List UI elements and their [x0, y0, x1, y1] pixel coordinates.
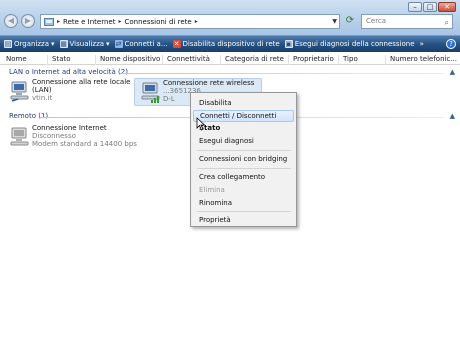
minimize-button[interactable]: –: [408, 2, 422, 12]
menu-item-bridge[interactable]: Connessioni con bridging: [191, 153, 296, 165]
column-header-connectivity[interactable]: Connettività: [163, 55, 221, 65]
connection-name: Connessione alla rete locale: [32, 78, 131, 86]
menu-item-diagnose[interactable]: Esegui diagnosi: [191, 135, 296, 147]
menu-item-create-shortcut[interactable]: Crea collegamento: [191, 171, 296, 183]
disable-device-label: Disabilita dispositivo di rete: [182, 40, 280, 48]
menu-separator: [197, 211, 291, 212]
menu-item-delete: Elimina: [199, 186, 225, 194]
help-icon[interactable]: ?: [446, 39, 456, 49]
column-header-phone-number[interactable]: Numero telefonic...: [386, 55, 458, 65]
network-folder-icon: [44, 18, 54, 26]
search-icon[interactable]: ⌕: [445, 16, 449, 29]
group-label-lan: LAN o Internet ad alta velocità (2): [9, 68, 128, 76]
column-header-owner[interactable]: Proprietario: [289, 55, 339, 65]
column-header-device-name[interactable]: Nome dispositivo: [96, 55, 163, 65]
views-icon: ▦: [59, 40, 68, 48]
menu-separator: [197, 150, 291, 151]
column-headers: Nome Stato Nome dispositivo Connettività…: [0, 53, 460, 65]
menu-item-rename[interactable]: Rinomina: [191, 197, 296, 209]
connection-item-dialup[interactable]: Connessione Internet Disconnesso Modem s…: [4, 124, 144, 152]
connect-icon: ⇄: [114, 40, 123, 48]
maximize-button[interactable]: □: [423, 2, 437, 12]
more-commands-button[interactable]: »: [420, 40, 424, 48]
column-header-type[interactable]: Tipo: [339, 55, 386, 65]
wireless-computer-icon: [141, 82, 160, 103]
lan-computer-icon: [10, 81, 29, 102]
chevron-down-icon: ▾: [51, 40, 55, 48]
connection-item-lan[interactable]: Connessione alla rete locale (LAN) vtin.…: [4, 78, 134, 106]
group-header-lan[interactable]: LAN o Internet ad alta velocità (2) ▲: [0, 68, 460, 78]
back-arrow-icon[interactable]: ◀: [4, 14, 18, 28]
collapse-icon[interactable]: ▲: [450, 112, 455, 120]
views-label: Visualizza: [69, 40, 105, 48]
menu-item-disable[interactable]: Disabilita: [191, 97, 296, 109]
menu-item-status[interactable]: Stato: [191, 122, 296, 134]
connection-network: vtin.it: [32, 94, 53, 102]
column-header-network-category[interactable]: Categoria di rete: [221, 55, 289, 65]
menu-separator: [197, 168, 291, 169]
address-dropdown-icon[interactable]: ▼: [332, 18, 337, 25]
organize-icon: ▤: [4, 40, 12, 48]
group-label-remote: Remoto (1): [9, 112, 49, 120]
breadcrumb-separator-icon: ▸: [57, 18, 61, 25]
diagnose-button[interactable]: ▣ Esegui diagnosi della connessione: [284, 40, 415, 48]
breadcrumb-network-connections[interactable]: Connessioni di rete: [125, 18, 192, 26]
connection-text: Connessione Internet Disconnesso Modem s…: [32, 124, 137, 148]
menu-item-connect-disconnect[interactable]: Connetti / Disconnetti: [193, 110, 294, 122]
breadcrumb-separator-icon: ▸: [194, 18, 198, 25]
mouse-pointer-icon: [196, 117, 206, 131]
column-header-status[interactable]: Stato: [48, 55, 96, 65]
menu-item-properties[interactable]: Proprietà: [191, 214, 296, 226]
connect-to-label: Connetti a...: [124, 40, 168, 48]
more-commands-icon: »: [419, 40, 424, 48]
breadcrumb-network-internet[interactable]: Rete e Internet: [63, 18, 115, 26]
views-button[interactable]: ▦ Visualizza ▾: [59, 40, 110, 48]
collapse-icon[interactable]: ▲: [450, 68, 455, 76]
organize-button[interactable]: ▤ Organizza ▾: [4, 40, 55, 48]
breadcrumb-separator-icon: ▸: [118, 18, 122, 25]
connection-name: Connessione rete wireless: [163, 79, 255, 87]
group-divider: [120, 73, 444, 74]
refresh-icon[interactable]: ⟳: [343, 15, 357, 28]
connection-status: Disconnesso: [32, 132, 76, 140]
chevron-down-icon: ▾: [106, 40, 110, 48]
address-bar[interactable]: ▸ Rete e Internet ▸ Connessioni di rete …: [40, 14, 340, 29]
connection-text: Connessione alla rete locale (LAN) vtin.…: [32, 78, 130, 102]
context-menu: Disabilita Connetti / Disconnetti Stato …: [190, 92, 297, 227]
window-controls: – □ ✕: [408, 2, 456, 12]
forward-arrow-icon[interactable]: ▶: [21, 14, 35, 28]
modem-computer-icon: [10, 127, 29, 146]
diagnose-label: Esegui diagnosi della connessione: [294, 40, 415, 48]
organize-label: Organizza: [14, 40, 50, 48]
column-header-name[interactable]: Nome: [2, 55, 48, 65]
window-titlebar: – □ ✕ ◀ ▶ ▸ Rete e Internet ▸ Connession…: [0, 0, 460, 36]
command-bar: ▤ Organizza ▾ ▦ Visualizza ▾ ⇄ Connetti …: [0, 36, 460, 52]
connect-to-button[interactable]: ⇄ Connetti a...: [114, 40, 168, 48]
close-button[interactable]: ✕: [438, 2, 456, 12]
connection-device: Modem standard a 14400 bps: [32, 140, 137, 148]
connection-name-continued: (LAN): [32, 86, 52, 94]
connection-name: Connessione Internet: [32, 124, 107, 132]
diagnose-icon: ▣: [284, 40, 293, 48]
search-input[interactable]: Cerca ⌕: [361, 14, 453, 29]
disable-device-button[interactable]: ✕ Disabilita dispositivo di rete: [172, 40, 280, 48]
disable-device-icon: ✕: [172, 40, 181, 48]
search-placeholder: Cerca: [366, 17, 387, 25]
